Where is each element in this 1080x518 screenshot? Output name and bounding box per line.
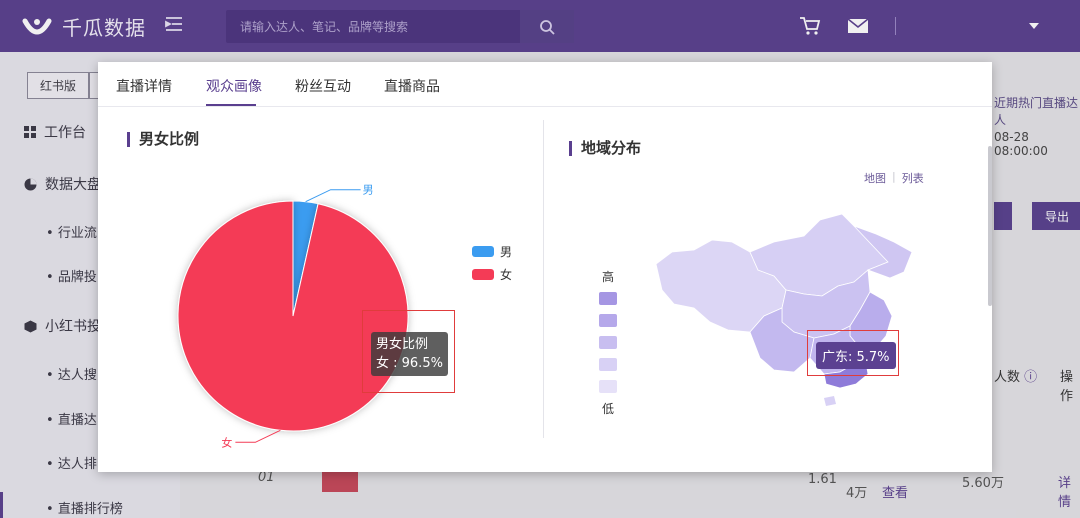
pie-label-male: 男 bbox=[363, 184, 374, 197]
pie-label-female: 女 bbox=[221, 435, 232, 449]
legend-item-male[interactable]: 男 bbox=[472, 243, 512, 260]
scale-level-5[interactable] bbox=[599, 292, 617, 305]
legend-swatch-female bbox=[472, 269, 494, 280]
audience-modal: 直播详情 观众画像 粉丝互动 直播商品 男女比例 地域分布 男女 男 女 男女比… bbox=[98, 62, 992, 472]
tab-live-detail[interactable]: 直播详情 bbox=[116, 76, 172, 96]
pie-tooltip-title: 男女比例 bbox=[376, 337, 429, 352]
view-map-link[interactable]: 地图 bbox=[864, 170, 886, 186]
legend-label-male: 男 bbox=[500, 245, 513, 259]
legend-swatch-male bbox=[472, 246, 494, 257]
section-divider bbox=[543, 120, 544, 438]
region-title: 地域分布 bbox=[569, 141, 641, 156]
scale-level-1[interactable] bbox=[599, 380, 617, 393]
map-region-hainan[interactable] bbox=[824, 396, 836, 406]
tab-audience[interactable]: 观众画像 bbox=[206, 76, 262, 96]
map-tooltip: 广东: 5.7% bbox=[816, 342, 896, 369]
pie-tooltip: 男女比例 女 : 96.5% bbox=[371, 332, 448, 376]
legend-label-female: 女 bbox=[500, 268, 513, 282]
pie-label-line-male bbox=[305, 189, 361, 203]
scale-level-4[interactable] bbox=[599, 314, 617, 327]
tab-fans[interactable]: 粉丝互动 bbox=[295, 76, 351, 96]
modal-scrollbar[interactable] bbox=[988, 146, 992, 306]
scale-low-label: 低 bbox=[602, 402, 615, 416]
modal-tabs: 直播详情 观众画像 粉丝互动 直播商品 bbox=[98, 62, 992, 107]
scale-level-3[interactable] bbox=[599, 336, 617, 349]
tab-products[interactable]: 直播商品 bbox=[384, 76, 440, 96]
china-map bbox=[655, 213, 913, 406]
view-separator: | bbox=[892, 170, 896, 183]
scale-high-label: 高 bbox=[602, 270, 615, 284]
pie-label-line-female bbox=[235, 429, 281, 443]
scale-level-2[interactable] bbox=[599, 358, 617, 371]
gender-pie-chart: 男女 bbox=[177, 184, 409, 449]
map-view-toggle: 地图 | 列表 bbox=[864, 170, 924, 186]
view-list-link[interactable]: 列表 bbox=[902, 170, 924, 186]
legend-item-female[interactable]: 女 bbox=[472, 266, 512, 283]
pie-tooltip-value: 女 : 96.5% bbox=[376, 356, 443, 371]
